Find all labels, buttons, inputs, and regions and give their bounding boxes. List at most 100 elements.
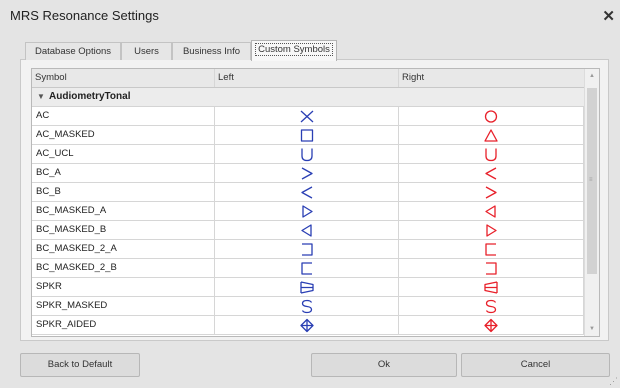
- triangle-icon: [484, 129, 498, 142]
- collapse-arrow-icon[interactable]: ▼: [37, 92, 45, 101]
- left-symbol-cell[interactable]: [215, 107, 399, 126]
- left-symbol-cell[interactable]: [215, 202, 399, 221]
- left-symbol-cell[interactable]: [215, 126, 399, 145]
- right-symbol-cell[interactable]: [399, 278, 584, 297]
- table-row[interactable]: BC_MASKED_B: [32, 221, 584, 240]
- square-icon: [300, 129, 313, 142]
- window-title: MRS Resonance Settings: [10, 8, 159, 23]
- triangle-left-icon: [485, 205, 496, 218]
- symbol-name-cell[interactable]: BC_MASKED_A: [32, 202, 215, 221]
- column-header-symbol[interactable]: Symbol: [32, 69, 215, 87]
- bracket-right-icon: [486, 262, 497, 275]
- table-row[interactable]: AC_UCL: [32, 145, 584, 164]
- symbol-name-cell[interactable]: BC_MASKED_B: [32, 221, 215, 240]
- right-symbol-cell[interactable]: [399, 240, 584, 259]
- symbols-grid: Symbol Left Right ▼ AudiometryTonal AC AC…: [31, 68, 600, 337]
- right-symbol-cell[interactable]: [399, 145, 584, 164]
- greater-than-icon: [485, 186, 497, 199]
- left-symbol-cell[interactable]: [215, 183, 399, 202]
- symbol-name-cell[interactable]: AC_MASKED: [32, 126, 215, 145]
- table-row[interactable]: AC: [32, 107, 584, 126]
- back-to-default-button[interactable]: Back to Default: [20, 353, 140, 377]
- table-row[interactable]: AC_MASKED: [32, 126, 584, 145]
- right-symbol-cell[interactable]: [399, 221, 584, 240]
- right-symbol-cell[interactable]: [399, 202, 584, 221]
- symbol-name-cell[interactable]: SPKR: [32, 278, 215, 297]
- table-row[interactable]: BC_B: [32, 183, 584, 202]
- triangle-right-icon: [301, 205, 313, 218]
- column-header-left[interactable]: Left: [215, 69, 399, 87]
- scroll-thumb[interactable]: ≡: [587, 88, 597, 274]
- symbol-name-cell[interactable]: BC_MASKED_2_B: [32, 259, 215, 278]
- left-symbol-cell[interactable]: [215, 221, 399, 240]
- table-row[interactable]: SPKR_MASKED: [32, 297, 584, 316]
- u-shape-icon: [300, 148, 313, 162]
- symbol-name-cell[interactable]: SPKR_AIDED: [32, 316, 215, 335]
- table-row[interactable]: BC_MASKED_2_A: [32, 240, 584, 259]
- resize-grip-icon[interactable]: ⋰: [609, 376, 618, 387]
- cancel-button[interactable]: Cancel: [461, 353, 610, 377]
- table-row[interactable]: SPKR_AIDED: [32, 316, 584, 335]
- speaker-left-icon: [484, 281, 498, 294]
- right-symbol-cell[interactable]: [399, 183, 584, 202]
- right-symbol-cell[interactable]: [399, 316, 584, 335]
- left-symbol-cell[interactable]: [215, 240, 399, 259]
- u-shape-icon: [485, 148, 497, 162]
- grid-header: Symbol Left Right: [32, 69, 584, 88]
- greater-than-icon: [301, 167, 313, 180]
- tab-users[interactable]: Users: [121, 42, 172, 60]
- title-bar: MRS Resonance Settings ✕: [0, 0, 620, 32]
- letter-s-icon: [485, 299, 497, 314]
- table-row[interactable]: BC_A: [32, 164, 584, 183]
- symbol-name-cell[interactable]: BC_MASKED_2_A: [32, 240, 215, 259]
- bracket-left-icon: [300, 262, 312, 275]
- triangle-right-icon: [486, 224, 497, 237]
- left-symbol-cell[interactable]: [215, 259, 399, 278]
- tab-database-options[interactable]: Database Options: [25, 42, 121, 60]
- symbol-name-cell[interactable]: SPKR_MASKED: [32, 297, 215, 316]
- column-header-right[interactable]: Right: [399, 69, 584, 87]
- close-icon[interactable]: ✕: [602, 7, 615, 25]
- vertical-scrollbar[interactable]: ▲ ≡ ▼: [584, 69, 599, 336]
- left-symbol-cell[interactable]: [215, 297, 399, 316]
- diamond-cross-icon: [484, 318, 498, 333]
- circle-icon: [484, 110, 498, 123]
- right-symbol-cell[interactable]: [399, 259, 584, 278]
- symbol-name-cell[interactable]: AC: [32, 107, 215, 126]
- bracket-right-icon: [301, 243, 313, 256]
- table-row[interactable]: BC_MASKED_2_B: [32, 259, 584, 278]
- x-mark-icon: [300, 110, 313, 123]
- tab-label: Users: [134, 46, 159, 57]
- right-symbol-cell[interactable]: [399, 297, 584, 316]
- tab-label: Custom Symbols: [255, 43, 333, 56]
- right-symbol-cell[interactable]: [399, 164, 584, 183]
- diamond-cross-icon: [299, 318, 314, 333]
- group-label: AudiometryTonal: [49, 91, 131, 102]
- table-row[interactable]: SPKR: [32, 278, 584, 297]
- left-symbol-cell[interactable]: [215, 278, 399, 297]
- triangle-left-icon: [300, 224, 312, 237]
- right-symbol-cell[interactable]: [399, 126, 584, 145]
- right-symbol-cell[interactable]: [399, 107, 584, 126]
- left-symbol-cell[interactable]: [215, 164, 399, 183]
- tab-business-info[interactable]: Business Info: [172, 42, 251, 60]
- tab-label: Database Options: [34, 46, 112, 57]
- grip-icon: ≡: [589, 177, 593, 183]
- less-than-icon: [485, 167, 497, 180]
- symbol-name-cell[interactable]: AC_UCL: [32, 145, 215, 164]
- ok-button[interactable]: Ok: [311, 353, 457, 377]
- symbol-name-cell[interactable]: BC_A: [32, 164, 215, 183]
- speaker-right-icon: [299, 281, 314, 294]
- group-row[interactable]: ▼ AudiometryTonal: [32, 88, 584, 107]
- left-symbol-cell[interactable]: [215, 145, 399, 164]
- table-row[interactable]: BC_MASKED_A: [32, 202, 584, 221]
- tab-custom-symbols[interactable]: Custom Symbols: [251, 40, 337, 61]
- letter-s-icon: [301, 299, 312, 314]
- scroll-up-icon[interactable]: ▲: [585, 73, 599, 79]
- scroll-down-icon[interactable]: ▼: [585, 326, 599, 332]
- less-than-icon: [300, 186, 312, 199]
- symbol-name-cell[interactable]: BC_B: [32, 183, 215, 202]
- bracket-left-icon: [485, 243, 496, 256]
- tab-label: Business Info: [182, 46, 241, 57]
- left-symbol-cell[interactable]: [215, 316, 399, 335]
